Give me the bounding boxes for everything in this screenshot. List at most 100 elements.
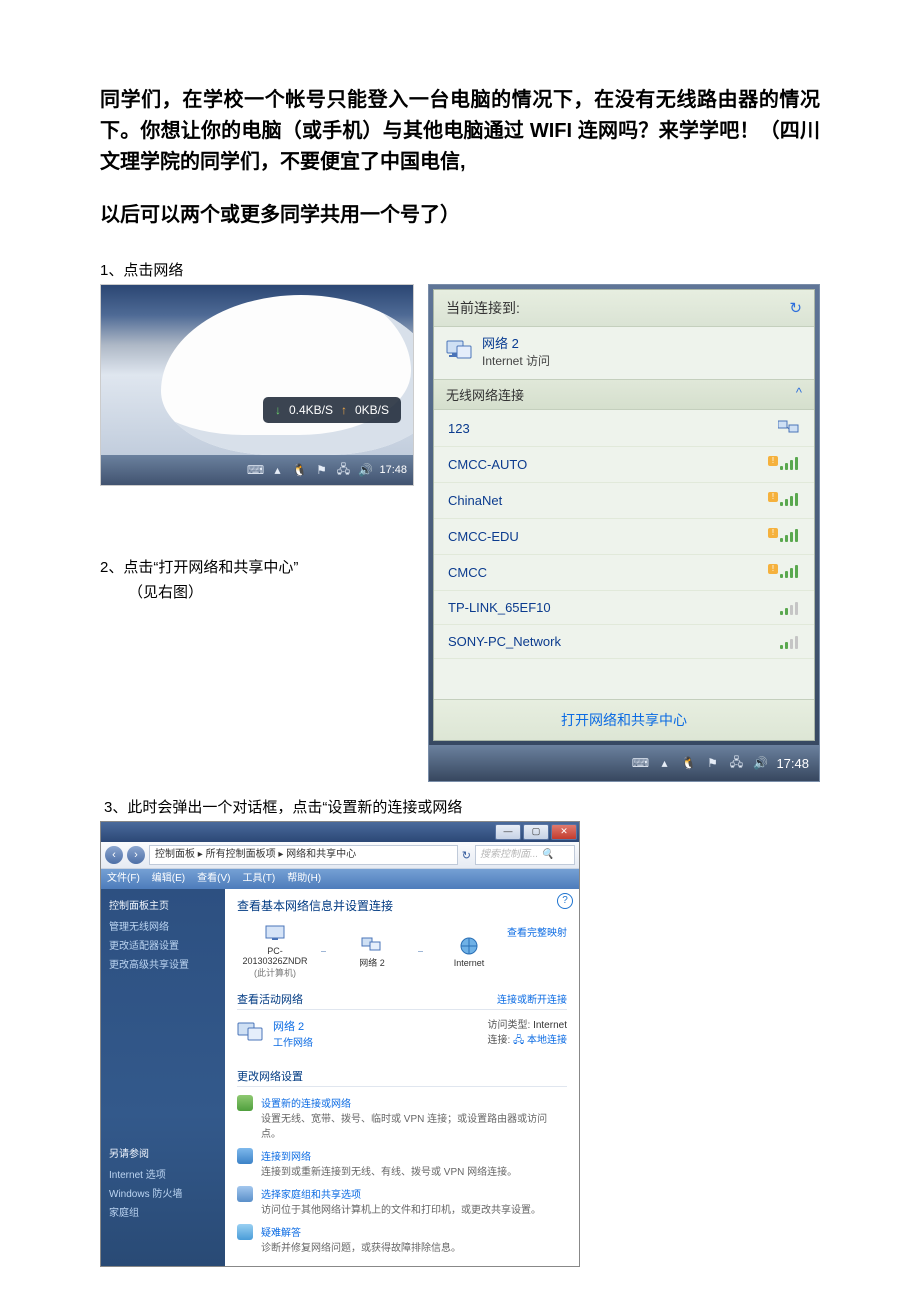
taskbar-large: ⌨ ▴ 🐧 ⚑ 🖧 🔊 17:48 bbox=[429, 745, 819, 781]
network-icon[interactable]: 🖧 bbox=[335, 462, 351, 478]
collapse-icon[interactable]: ^ bbox=[796, 385, 802, 404]
qq-icon[interactable]: 🐧 bbox=[291, 462, 307, 478]
wifi-name: 123 bbox=[448, 421, 470, 436]
full-map-link[interactable]: 查看完整映射 bbox=[507, 924, 567, 939]
wifi-item-cmcc-auto[interactable]: CMCC-AUTO ! bbox=[434, 447, 814, 483]
side-link-wireless[interactable]: 管理无线网络 bbox=[109, 918, 217, 933]
volume-icon[interactable]: 🔊 bbox=[357, 462, 373, 478]
network-monitor-icon bbox=[237, 1022, 263, 1044]
access-type-label: 访问类型: bbox=[488, 1020, 531, 1031]
qq-icon[interactable]: 🐧 bbox=[680, 755, 696, 771]
connected-network-name: 网络 2 bbox=[482, 333, 550, 352]
maximize-button[interactable]: ▢ bbox=[523, 824, 549, 840]
wifi-item-cmcc-edu[interactable]: CMCC-EDU ! bbox=[434, 519, 814, 555]
task-setup-connection[interactable]: 设置新的连接或网络设置无线、宽带、拨号、临时或 VPN 连接；或设置路由器或访问… bbox=[237, 1091, 567, 1144]
wireless-section-label: 无线网络连接 bbox=[446, 385, 524, 404]
side-link-sharing[interactable]: 更改高级共享设置 bbox=[109, 956, 217, 971]
refresh-icon[interactable]: ↻ bbox=[789, 299, 802, 317]
breadcrumb[interactable]: 控制面板 ▸ 所有控制面板项 ▸ 网络和共享中心 bbox=[149, 845, 458, 865]
wifi-name: CMCC-EDU bbox=[448, 529, 519, 544]
keyboard-icon[interactable]: ⌨ bbox=[247, 462, 263, 478]
connect-disconnect-link[interactable]: 连接或断开连接 bbox=[497, 991, 567, 1007]
wifi-flyout: 当前连接到: ↻ 网络 2 Internet 访问 无线网络连接 bbox=[433, 289, 815, 741]
active-net-type[interactable]: 工作网络 bbox=[273, 1034, 313, 1049]
net-speed-tooltip: ↓ 0.4KB/S ↑ 0KB/S bbox=[263, 397, 401, 423]
tray-chevron-icon[interactable]: ▴ bbox=[656, 755, 672, 771]
help-icon[interactable]: ? bbox=[557, 893, 573, 909]
intro-p2: 以后可以两个或更多同学共用一个号了） bbox=[100, 200, 820, 231]
wifi-item-chinanet[interactable]: ChinaNet ! bbox=[434, 483, 814, 519]
menu-help[interactable]: 帮助(H) bbox=[287, 869, 321, 889]
wifi-item-123[interactable]: 123 bbox=[434, 410, 814, 447]
node-pc-name: PC-20130326ZNDR bbox=[237, 946, 313, 966]
node-network-name: 网络 2 bbox=[334, 956, 410, 969]
volume-icon[interactable]: 🔊 bbox=[752, 755, 768, 771]
current-connection[interactable]: 网络 2 Internet 访问 bbox=[434, 327, 814, 379]
wifi-item-sony[interactable]: SONY-PC_Network bbox=[434, 625, 814, 659]
open-shield-icon: ! bbox=[768, 564, 778, 574]
setup-connection-icon bbox=[237, 1095, 253, 1111]
wifi-item-tplink[interactable]: TP-LINK_65EF10 bbox=[434, 591, 814, 625]
close-button[interactable]: ✕ bbox=[551, 824, 577, 840]
clock[interactable]: 17:48 bbox=[379, 464, 407, 476]
task-title: 选择家庭组和共享选项 bbox=[261, 1186, 541, 1201]
menu-tools[interactable]: 工具(T) bbox=[242, 869, 275, 889]
adhoc-icon bbox=[778, 419, 800, 437]
task-title: 疑难解答 bbox=[261, 1224, 461, 1239]
flyout-header: 当前连接到: bbox=[446, 298, 520, 318]
globe-icon bbox=[458, 936, 480, 956]
keyboard-icon[interactable]: ⌨ bbox=[632, 755, 648, 771]
forward-button[interactable]: › bbox=[127, 846, 145, 864]
side-home[interactable]: 控制面板主页 bbox=[109, 897, 217, 912]
search-input[interactable]: 搜索控制面... 🔍 bbox=[475, 845, 575, 865]
task-connect-network[interactable]: 连接到网络连接到或重新连接到无线、有线、拨号或 VPN 网络连接。 bbox=[237, 1144, 567, 1182]
signal-icon bbox=[780, 456, 800, 470]
node-internet-name: Internet bbox=[431, 958, 507, 968]
step3-label: 3、此时会弹出一个对话框，点击“设置新的连接或网络 bbox=[104, 796, 820, 817]
troubleshoot-icon bbox=[237, 1224, 253, 1240]
menu-file[interactable]: 文件(F) bbox=[107, 869, 140, 889]
action-center-icon[interactable]: ⚑ bbox=[704, 755, 720, 771]
intro-p1: 同学们，在学校一个帐号只能登入一台电脑的情况下，在没有无线路由器的情况下。你想让… bbox=[100, 85, 820, 178]
window-titlebar[interactable]: — ▢ ✕ bbox=[101, 822, 579, 842]
menu-edit[interactable]: 编辑(E) bbox=[152, 869, 185, 889]
clock[interactable]: 17:48 bbox=[776, 756, 809, 771]
task-troubleshoot[interactable]: 疑难解答诊断并修复网络问题，或获得故障排除信息。 bbox=[237, 1220, 567, 1258]
side-link-homegroup[interactable]: 家庭组 bbox=[109, 1204, 217, 1219]
task-desc: 访问位于其他网络计算机上的文件和打印机，或更改共享设置。 bbox=[261, 1201, 541, 1216]
step1-label: 1、点击网络 bbox=[100, 259, 820, 280]
taskbar: ⌨ ▴ 🐧 ⚑ 🖧 🔊 17:48 bbox=[101, 455, 413, 485]
side-link-adapter[interactable]: 更改适配器设置 bbox=[109, 937, 217, 952]
task-desc: 设置无线、宽带、拨号、临时或 VPN 连接；或设置路由器或访问点。 bbox=[261, 1110, 567, 1140]
active-networks-header: 查看活动网络 bbox=[237, 991, 303, 1007]
network-icon[interactable]: 🖧 bbox=[728, 755, 744, 771]
open-shield-icon: ! bbox=[768, 456, 778, 466]
upload-speed: 0KB/S bbox=[355, 403, 389, 417]
wifi-name: CMCC-AUTO bbox=[448, 457, 527, 472]
minimize-button[interactable]: — bbox=[495, 824, 521, 840]
tray-chevron-icon[interactable]: ▴ bbox=[269, 462, 285, 478]
open-shield-icon: ! bbox=[768, 528, 778, 538]
action-center-icon[interactable]: ⚑ bbox=[313, 462, 329, 478]
side-panel: 控制面板主页 管理无线网络 更改适配器设置 更改高级共享设置 另请参阅 Inte… bbox=[101, 889, 225, 1266]
task-title: 设置新的连接或网络 bbox=[261, 1095, 567, 1110]
wifi-name: CMCC bbox=[448, 565, 487, 580]
menu-bar[interactable]: 文件(F) 编辑(E) 查看(V) 工具(T) 帮助(H) bbox=[101, 869, 579, 889]
wifi-item-cmcc[interactable]: CMCC ! bbox=[434, 555, 814, 591]
screenshot-wifi-flyout: 当前连接到: ↻ 网络 2 Internet 访问 无线网络连接 bbox=[428, 284, 820, 782]
side-link-internet-options[interactable]: Internet 选项 bbox=[109, 1166, 217, 1181]
download-speed: 0.4KB/S bbox=[289, 403, 333, 417]
upload-arrow-icon: ↑ bbox=[341, 403, 347, 417]
signal-weak-icon bbox=[780, 635, 800, 649]
task-title: 连接到网络 bbox=[261, 1148, 517, 1163]
menu-view[interactable]: 查看(V) bbox=[197, 869, 230, 889]
local-connection-link[interactable]: 本地连接 bbox=[527, 1035, 567, 1046]
computer-icon bbox=[264, 924, 286, 944]
active-network-row[interactable]: 网络 2 工作网络 访问类型: Internet 连接: 🖧 本地连接 bbox=[237, 1014, 567, 1056]
task-homegroup[interactable]: 选择家庭组和共享选项访问位于其他网络计算机上的文件和打印机，或更改共享设置。 bbox=[237, 1182, 567, 1220]
side-link-firewall[interactable]: Windows 防火墙 bbox=[109, 1185, 217, 1200]
refresh-icon[interactable]: ↻ bbox=[462, 849, 471, 862]
open-network-center-link[interactable]: 打开网络和共享中心 bbox=[561, 712, 687, 728]
step2-label: 2、点击“打开网络和共享中心” bbox=[100, 556, 414, 577]
back-button[interactable]: ‹ bbox=[105, 846, 123, 864]
